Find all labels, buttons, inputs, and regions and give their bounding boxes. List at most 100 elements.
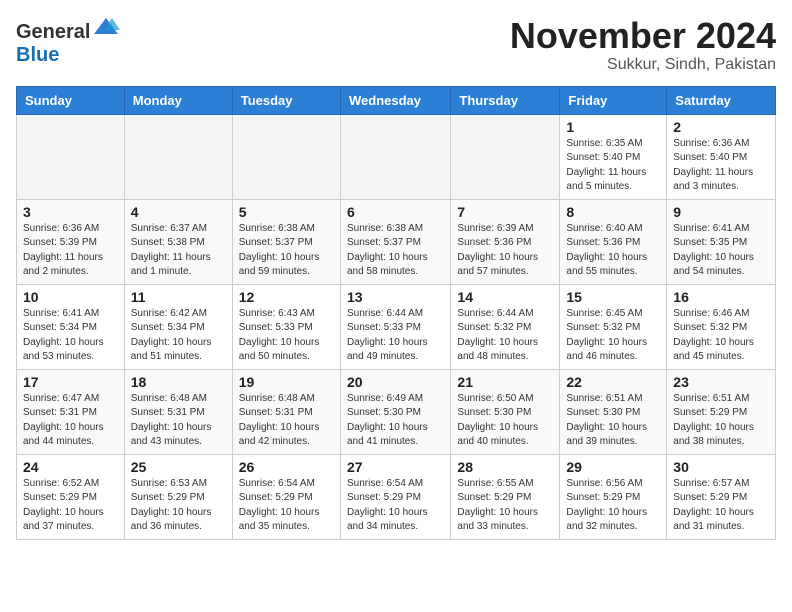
day-info: Sunrise: 6:38 AM Sunset: 5:37 PM Dayligh… — [239, 222, 334, 280]
day-number: 15 — [566, 289, 660, 305]
day-number: 20 — [347, 374, 444, 390]
calendar-day-cell — [340, 114, 450, 199]
day-number: 27 — [347, 459, 444, 475]
calendar-day-cell: 1 Sunrise: 6:35 AM Sunset: 5:40 PM Daylig… — [560, 114, 667, 199]
day-info: Sunrise: 6:41 AM Sunset: 5:35 PM Dayligh… — [673, 222, 769, 280]
day-info: Sunrise: 6:56 AM Sunset: 5:29 PM Dayligh… — [566, 477, 660, 535]
day-info: Sunrise: 6:54 AM Sunset: 5:29 PM Dayligh… — [239, 477, 334, 535]
day-number: 29 — [566, 459, 660, 475]
logo-blue-text: Blue — [16, 44, 59, 66]
calendar-week-row: 24 Sunrise: 6:52 AM Sunset: 5:29 PM Dayli… — [17, 454, 776, 539]
calendar-day-cell: 19Sunrise: 6:48 AM Sunset: 5:31 PM Dayli… — [232, 369, 340, 454]
weekday-header-sunday: Sunday — [17, 86, 125, 114]
day-info: Sunrise: 6:53 AM Sunset: 5:29 PM Dayligh… — [131, 477, 226, 535]
logo-icon — [92, 16, 120, 38]
calendar-day-cell: 2 Sunrise: 6:36 AM Sunset: 5:40 PM Daylig… — [667, 114, 776, 199]
calendar-day-cell: 14 Sunrise: 6:44 AM Sunset: 5:32 PM Dayli… — [451, 284, 560, 369]
calendar-day-cell: 3Sunrise: 6:36 AM Sunset: 5:39 PM Daylig… — [17, 199, 125, 284]
day-info: Sunrise: 6:57 AM Sunset: 5:29 PM Dayligh… — [673, 477, 769, 535]
calendar-day-cell: 18 Sunrise: 6:48 AM Sunset: 5:31 PM Dayli… — [124, 369, 232, 454]
day-info: Sunrise: 6:49 AM Sunset: 5:30 PM Dayligh… — [347, 392, 444, 450]
calendar-day-cell: 22 Sunrise: 6:51 AM Sunset: 5:30 PM Dayli… — [560, 369, 667, 454]
calendar-day-cell: 10 Sunrise: 6:41 AM Sunset: 5:34 PM Dayli… — [17, 284, 125, 369]
calendar-day-cell: 5 Sunrise: 6:38 AM Sunset: 5:37 PM Daylig… — [232, 199, 340, 284]
day-info: Sunrise: 6:41 AM Sunset: 5:34 PM Dayligh… — [23, 307, 118, 365]
page-header: General Blue November 2024 Sukkur, Sindh… — [16, 16, 776, 74]
day-info: Sunrise: 6:48 AM Sunset: 5:31 PM Dayligh… — [131, 392, 226, 450]
calendar-day-cell: 28 Sunrise: 6:55 AM Sunset: 5:29 PM Dayli… — [451, 454, 560, 539]
day-info: Sunrise: 6:45 AM Sunset: 5:32 PM Dayligh… — [566, 307, 660, 365]
calendar-day-cell: 24 Sunrise: 6:52 AM Sunset: 5:29 PM Dayli… — [17, 454, 125, 539]
day-number: 7 — [457, 204, 553, 220]
title-block: November 2024 Sukkur, Sindh, Pakistan — [510, 16, 776, 74]
day-info: Sunrise: 6:35 AM Sunset: 5:40 PM Dayligh… — [566, 137, 660, 195]
day-number: 28 — [457, 459, 553, 475]
day-number: 23 — [673, 374, 769, 390]
calendar-day-cell: 7 Sunrise: 6:39 AM Sunset: 5:36 PM Daylig… — [451, 199, 560, 284]
day-number: 6 — [347, 204, 444, 220]
calendar-day-cell: 9Sunrise: 6:41 AM Sunset: 5:35 PM Daylig… — [667, 199, 776, 284]
calendar-day-cell: 13Sunrise: 6:44 AM Sunset: 5:33 PM Dayli… — [340, 284, 450, 369]
calendar-day-cell: 21 Sunrise: 6:50 AM Sunset: 5:30 PM Dayli… — [451, 369, 560, 454]
logo: General Blue — [16, 16, 120, 67]
calendar-day-cell: 23Sunrise: 6:51 AM Sunset: 5:29 PM Dayli… — [667, 369, 776, 454]
weekday-header-friday: Friday — [560, 86, 667, 114]
day-number: 22 — [566, 374, 660, 390]
day-info: Sunrise: 6:40 AM Sunset: 5:36 PM Dayligh… — [566, 222, 660, 280]
day-info: Sunrise: 6:52 AM Sunset: 5:29 PM Dayligh… — [23, 477, 118, 535]
calendar-day-cell: 17 Sunrise: 6:47 AM Sunset: 5:31 PM Dayli… — [17, 369, 125, 454]
day-info: Sunrise: 6:39 AM Sunset: 5:36 PM Dayligh… — [457, 222, 553, 280]
day-number: 26 — [239, 459, 334, 475]
day-number: 19 — [239, 374, 334, 390]
calendar-day-cell: 30 Sunrise: 6:57 AM Sunset: 5:29 PM Dayli… — [667, 454, 776, 539]
day-info: Sunrise: 6:55 AM Sunset: 5:29 PM Dayligh… — [457, 477, 553, 535]
day-number: 4 — [131, 204, 226, 220]
calendar-day-cell: 27 Sunrise: 6:54 AM Sunset: 5:29 PM Dayli… — [340, 454, 450, 539]
weekday-header-saturday: Saturday — [667, 86, 776, 114]
day-number: 24 — [23, 459, 118, 475]
day-info: Sunrise: 6:36 AM Sunset: 5:40 PM Dayligh… — [673, 137, 769, 195]
calendar-day-cell: 6 Sunrise: 6:38 AM Sunset: 5:37 PM Daylig… — [340, 199, 450, 284]
day-number: 2 — [673, 119, 769, 135]
day-info: Sunrise: 6:50 AM Sunset: 5:30 PM Dayligh… — [457, 392, 553, 450]
day-info: Sunrise: 6:42 AM Sunset: 5:34 PM Dayligh… — [131, 307, 226, 365]
calendar-week-row: 17 Sunrise: 6:47 AM Sunset: 5:31 PM Dayli… — [17, 369, 776, 454]
day-info: Sunrise: 6:44 AM Sunset: 5:32 PM Dayligh… — [457, 307, 553, 365]
day-number: 21 — [457, 374, 553, 390]
calendar-day-cell: 20 Sunrise: 6:49 AM Sunset: 5:30 PM Dayli… — [340, 369, 450, 454]
weekday-header-tuesday: Tuesday — [232, 86, 340, 114]
day-number: 14 — [457, 289, 553, 305]
calendar-table: SundayMondayTuesdayWednesdayThursdayFrid… — [16, 86, 776, 540]
day-number: 30 — [673, 459, 769, 475]
calendar-day-cell: 26 Sunrise: 6:54 AM Sunset: 5:29 PM Dayli… — [232, 454, 340, 539]
day-number: 16 — [673, 289, 769, 305]
logo-general-text: General — [16, 21, 90, 44]
calendar-title: November 2024 — [510, 16, 776, 56]
day-number: 1 — [566, 119, 660, 135]
calendar-day-cell: 4 Sunrise: 6:37 AM Sunset: 5:38 PM Daylig… — [124, 199, 232, 284]
day-info: Sunrise: 6:54 AM Sunset: 5:29 PM Dayligh… — [347, 477, 444, 535]
day-info: Sunrise: 6:37 AM Sunset: 5:38 PM Dayligh… — [131, 222, 226, 280]
day-info: Sunrise: 6:38 AM Sunset: 5:37 PM Dayligh… — [347, 222, 444, 280]
calendar-location: Sukkur, Sindh, Pakistan — [510, 56, 776, 74]
day-info: Sunrise: 6:47 AM Sunset: 5:31 PM Dayligh… — [23, 392, 118, 450]
calendar-day-cell — [232, 114, 340, 199]
weekday-header-row: SundayMondayTuesdayWednesdayThursdayFrid… — [17, 86, 776, 114]
day-number: 11 — [131, 289, 226, 305]
calendar-day-cell: 16Sunrise: 6:46 AM Sunset: 5:32 PM Dayli… — [667, 284, 776, 369]
day-number: 3 — [23, 204, 118, 220]
day-number: 17 — [23, 374, 118, 390]
day-number: 18 — [131, 374, 226, 390]
day-info: Sunrise: 6:43 AM Sunset: 5:33 PM Dayligh… — [239, 307, 334, 365]
day-number: 12 — [239, 289, 334, 305]
calendar-day-cell: 15 Sunrise: 6:45 AM Sunset: 5:32 PM Dayli… — [560, 284, 667, 369]
day-number: 8 — [566, 204, 660, 220]
calendar-day-cell: 29 Sunrise: 6:56 AM Sunset: 5:29 PM Dayli… — [560, 454, 667, 539]
calendar-week-row: 10 Sunrise: 6:41 AM Sunset: 5:34 PM Dayli… — [17, 284, 776, 369]
day-number: 25 — [131, 459, 226, 475]
day-number: 10 — [23, 289, 118, 305]
day-info: Sunrise: 6:51 AM Sunset: 5:30 PM Dayligh… — [566, 392, 660, 450]
calendar-week-row: 1 Sunrise: 6:35 AM Sunset: 5:40 PM Daylig… — [17, 114, 776, 199]
day-number: 13 — [347, 289, 444, 305]
day-number: 5 — [239, 204, 334, 220]
